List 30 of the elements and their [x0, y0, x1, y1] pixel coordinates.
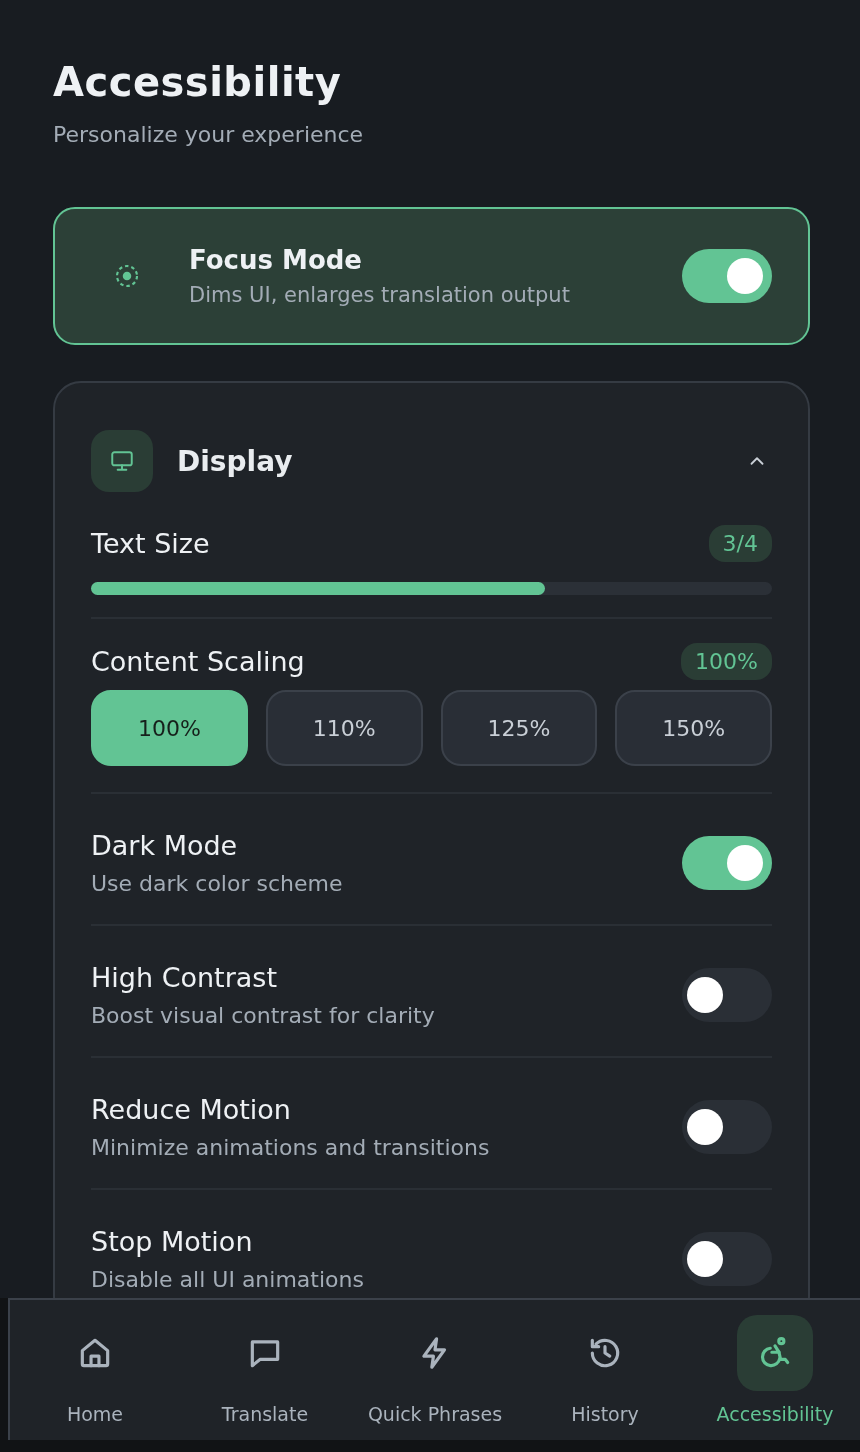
value-badge: 100% [681, 643, 772, 680]
nav-tab[interactable]: Accessibility [690, 1315, 860, 1425]
setting-description: Minimize animations and transitions [91, 1135, 491, 1160]
setting-title: Reduce Motion [91, 1094, 292, 1125]
scale-option[interactable]: 125% [440, 690, 598, 766]
setting-description: Use dark color scheme [91, 871, 344, 896]
setting-title: Stop Motion [91, 1226, 254, 1257]
setting-title: Content Scaling [91, 646, 305, 677]
nav-tab[interactable]: Translate [180, 1315, 350, 1425]
value-badge: 3/4 [708, 525, 772, 562]
monitor-icon [91, 430, 153, 492]
scale-option[interactable]: 110% [265, 690, 423, 766]
setting-title: Focus Mode [189, 245, 363, 275]
page-subtitle: Personalize your experience [53, 122, 365, 147]
scale-option[interactable]: 150% [615, 690, 772, 766]
setting-description: Dims UI, enlarges translation output [189, 283, 571, 307]
toggle-switch[interactable] [682, 249, 772, 303]
setting-title: High Contrast [91, 962, 278, 993]
scale-option[interactable]: 100% [91, 690, 248, 766]
page-title: Accessibility [53, 58, 343, 106]
toggle-switch[interactable] [682, 836, 772, 890]
setting-title: Dark Mode [91, 830, 239, 861]
section-title: Display [177, 444, 294, 478]
nav-tab[interactable]: Home [10, 1315, 180, 1425]
nav-tab[interactable]: Quick Phrases [350, 1315, 520, 1425]
setting-title: Text Size [91, 528, 210, 559]
setting-description: Boost visual contrast for clarity [91, 1003, 436, 1028]
text-size-slider[interactable] [91, 582, 772, 595]
setting-description: Disable all UI animations [91, 1267, 365, 1292]
nav-tab[interactable]: History [520, 1315, 690, 1425]
